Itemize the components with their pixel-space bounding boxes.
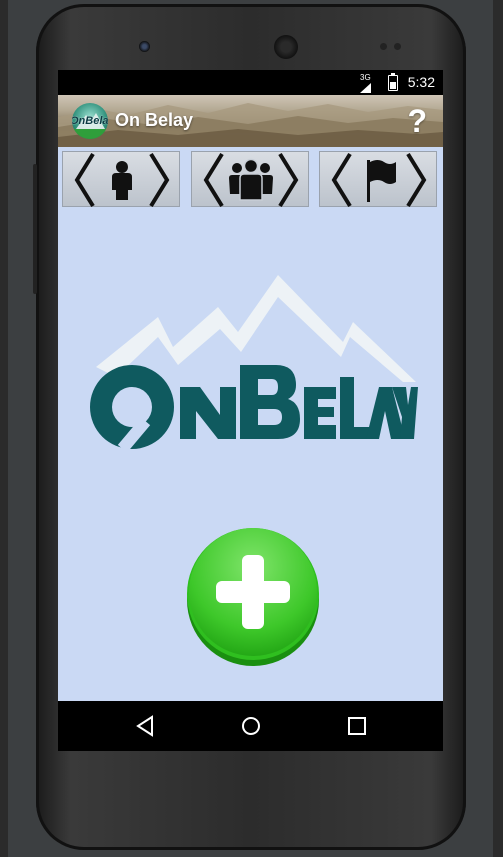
recents-square-icon[interactable]: [344, 713, 370, 739]
person-icon: [112, 161, 132, 200]
status-bar: 3G 5:32: [58, 70, 443, 95]
app-logo-text: OnBelay: [72, 115, 108, 127]
tab-single-climber[interactable]: [62, 151, 180, 208]
signal-icon: [360, 83, 371, 93]
chevron-left-icon: [203, 152, 224, 208]
app-logo[interactable]: OnBelay: [72, 103, 108, 139]
ide-background-right: [493, 0, 503, 857]
earpiece-speaker: [274, 35, 298, 59]
battery-icon: [388, 73, 398, 91]
tab-route[interactable]: [319, 151, 437, 208]
proximity-sensor: [380, 43, 387, 50]
ide-background-left: [0, 0, 8, 857]
chevron-left-icon: [331, 152, 352, 208]
volume-button: [33, 164, 37, 294]
main-content: [58, 147, 443, 701]
chevron-right-icon: [278, 152, 299, 208]
flag-icon: [367, 160, 396, 202]
tab-group[interactable]: [191, 151, 309, 208]
onbelay-logo: [88, 267, 418, 457]
logo-wordmark-graphic: [90, 365, 418, 453]
chevron-right-icon: [406, 152, 427, 208]
action-bar: OnBelay On Belay ?: [58, 95, 443, 147]
device-screen: 3G 5:32 OnBelay On Belay ?: [58, 70, 443, 751]
network-type-label: 3G: [360, 73, 371, 82]
light-sensor: [394, 43, 401, 50]
help-icon[interactable]: ?: [407, 102, 427, 140]
status-time: 5:32: [407, 74, 435, 90]
back-triangle-icon[interactable]: [132, 713, 158, 739]
chevron-right-icon: [149, 152, 170, 208]
front-camera: [139, 41, 150, 52]
chevron-left-icon: [74, 152, 95, 208]
app-title: On Belay: [115, 110, 194, 130]
add-button[interactable]: [187, 528, 319, 666]
group-icon: [229, 158, 273, 201]
navigation-bar: [58, 701, 443, 751]
home-circle-icon[interactable]: [238, 713, 264, 739]
